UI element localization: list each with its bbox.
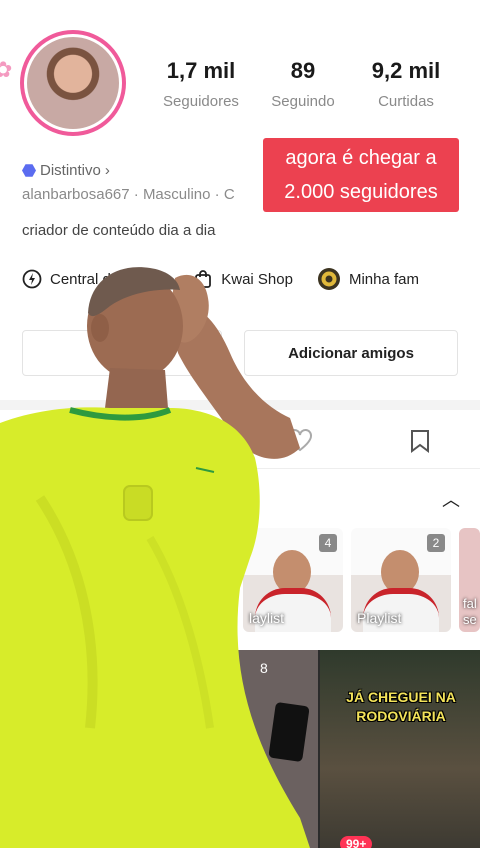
my-family-link[interactable]: Minha fam: [317, 267, 419, 291]
meta-extra: C: [223, 186, 235, 203]
video-grid: 8 JÁ CHEGUEI NA RODOVIÁRIA: [0, 650, 480, 848]
badge-label: Distintivo: [40, 162, 101, 179]
following-count: 89: [290, 58, 316, 83]
playlist-card[interactable]: 4 laylist: [243, 528, 343, 632]
profile-bio: criador de conteúdo dia a dia: [22, 222, 216, 239]
lightning-icon: [22, 269, 42, 289]
family-badge-icon: [317, 268, 340, 290]
saved-tab-bookmark-icon[interactable]: [407, 428, 433, 454]
notification-badge: 99+: [340, 836, 373, 848]
badge-link[interactable]: Distintivo ›: [22, 162, 110, 179]
section-divider: [0, 400, 480, 410]
separator-dot: ·: [214, 186, 224, 203]
playlist-caption: Playlist: [357, 610, 402, 626]
followers-count: 1,7 mil: [166, 58, 236, 83]
chevron-up-icon[interactable]: ︿: [442, 486, 460, 512]
playlist-count: 2: [427, 534, 445, 552]
playlist-card-right[interactable]: fal se: [459, 528, 480, 632]
separator-dot: ·: [133, 186, 143, 203]
playlist-caption-right: fal se: [463, 596, 477, 627]
playlist-caption-left: bo ga: [12, 596, 45, 611]
following-stat[interactable]: 89 Seguindo: [258, 58, 348, 110]
video-thumbnail[interactable]: JÁ CHEGUEI NA RODOVIÁRIA: [320, 650, 480, 848]
pinned-icon: [10, 660, 24, 672]
likes-count: 9,2 mil: [371, 58, 441, 83]
chevron-right-icon: ›: [104, 162, 110, 179]
flower-sticker-icon: ✿: [0, 58, 13, 83]
video-thumbnail[interactable]: 8: [160, 650, 318, 848]
gender: Masculino: [142, 186, 211, 203]
add-friends-button[interactable]: Adicionar amigos: [244, 330, 458, 376]
username: alanbarbosa667: [22, 186, 130, 203]
badge-hexagon-icon: [22, 164, 36, 177]
playlist-count: 4: [319, 534, 337, 552]
profile-avatar[interactable]: [20, 30, 126, 136]
tab-underline: [0, 468, 480, 469]
avatar-photo: [24, 34, 122, 132]
phone-prop: [268, 701, 310, 763]
likes-label: Curtidas: [378, 93, 434, 110]
profile-links-row: Central do criador Kwai Shop Minha fam: [22, 264, 443, 294]
profile-meta: alanbarbosa667 · Masculino · C: [22, 186, 235, 203]
creator-center-link[interactable]: Central do criador: [22, 269, 169, 289]
video-caption-overlay: agora é chegar a 2.000 seguidores: [263, 138, 459, 212]
playlist-card-left[interactable]: bo ga: [6, 528, 66, 632]
kwai-shop-label: Kwai Shop: [221, 270, 293, 288]
edit-profile-button[interactable]: [22, 330, 222, 376]
video-title: JÁ CHEGUEI NA RODOVIÁRIA: [346, 689, 456, 724]
playlist-caption: laylist: [249, 610, 285, 626]
following-label: Seguindo: [271, 93, 335, 110]
liked-tab-heart-icon[interactable]: [287, 428, 313, 454]
shopping-bag-icon: [195, 270, 212, 288]
followers-label: Seguidores: [163, 93, 239, 110]
followers-stat[interactable]: 1,7 mil Seguidores: [156, 58, 246, 110]
creator-center-label: Central do criador: [50, 270, 170, 288]
likes-stat[interactable]: 9,2 mil Curtidas: [361, 58, 451, 110]
video-view-count: 8: [260, 660, 268, 676]
video-thumbnail[interactable]: [0, 650, 158, 848]
my-family-label: Minha fam: [348, 270, 419, 288]
playlist-card[interactable]: 2 Playlist: [351, 528, 451, 632]
kwai-shop-link[interactable]: Kwai Shop: [193, 269, 293, 289]
